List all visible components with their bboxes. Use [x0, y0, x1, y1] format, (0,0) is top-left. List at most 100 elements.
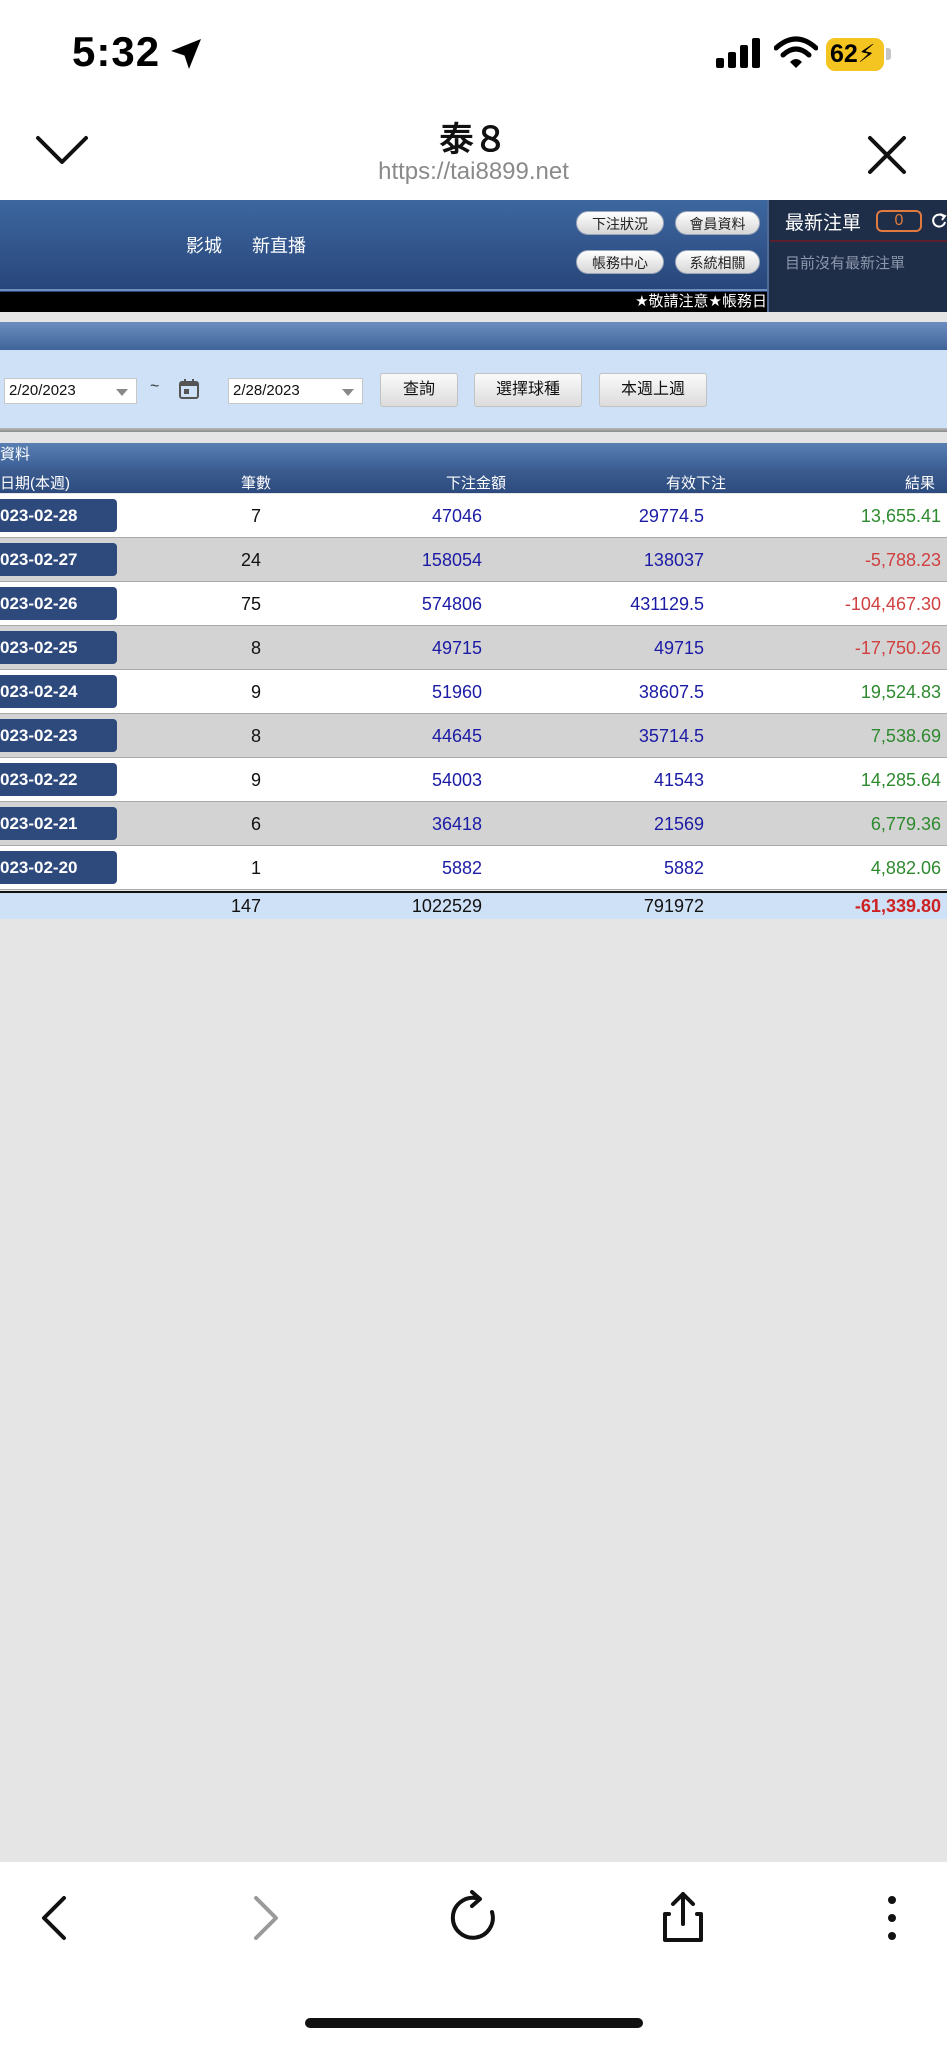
page-title: 泰８	[439, 121, 508, 159]
row-count: 9	[250, 682, 261, 702]
row-date-button[interactable]: 023-02-25	[0, 631, 117, 664]
row-amount: 51960	[431, 682, 482, 702]
row-valid: 35714.5	[638, 726, 704, 746]
panel-divider	[770, 240, 947, 242]
row-date-button[interactable]: 023-02-27	[0, 543, 117, 576]
date-range-separator: ~	[150, 378, 160, 395]
row-amount: 158054	[421, 550, 482, 570]
total-result: -61,339.80	[854, 896, 941, 916]
table-row: 023-02-22 9 54003 41543 14,285.64	[0, 758, 947, 802]
battery-indicator: 62⚡	[826, 38, 884, 71]
nav-link-cinema[interactable]: 影城	[186, 232, 222, 258]
row-count: 75	[240, 594, 261, 614]
total-amount: 1022529	[411, 896, 482, 916]
col-header-count: 筆數	[241, 475, 272, 492]
row-count: 24	[240, 550, 261, 570]
start-date-value: 2/20/2023	[9, 382, 76, 399]
total-count: 147	[230, 896, 261, 916]
query-button[interactable]: 查詢	[380, 373, 458, 407]
row-result: 13,655.41	[860, 506, 941, 526]
row-result: 4,882.06	[870, 858, 941, 878]
row-count: 8	[250, 726, 261, 746]
home-indicator	[305, 2018, 643, 2028]
calendar-icon[interactable]	[178, 378, 200, 400]
row-count: 9	[250, 770, 261, 790]
row-date-button[interactable]: 023-02-20	[0, 851, 117, 884]
share-icon[interactable]	[655, 1890, 711, 1946]
row-amount: 44645	[431, 726, 482, 746]
row-valid: 49715	[653, 638, 704, 658]
end-date-value: 2/28/2023	[233, 382, 300, 399]
row-result: -5,788.23	[864, 550, 941, 570]
row-count: 1	[250, 858, 261, 878]
latest-bets-count-badge: 0	[876, 210, 922, 232]
row-date-button[interactable]: 023-02-26	[0, 587, 117, 620]
col-header-amount: 下注金額	[446, 475, 507, 492]
total-valid: 791972	[643, 896, 704, 916]
ticker-text: ★敬請注意★帳務日	[635, 293, 767, 310]
status-time: 5:32	[72, 28, 161, 75]
dropdown-arrow-icon	[116, 389, 128, 396]
col-header-date: 日期(本週)	[0, 475, 70, 492]
back-icon[interactable]	[28, 1890, 84, 1946]
more-icon[interactable]	[864, 1890, 920, 1946]
forward-icon[interactable]	[236, 1890, 292, 1946]
row-result: -104,467.30	[844, 594, 941, 614]
row-result: 6,779.36	[870, 814, 941, 834]
row-valid: 5882	[663, 858, 704, 878]
table-row: 023-02-26 75 574806 431129.5 -104,467.30	[0, 582, 947, 626]
row-result: 7,538.69	[870, 726, 941, 746]
col-header-valid: 有效下注	[666, 475, 727, 492]
bet-status-button[interactable]: 下注狀況	[576, 211, 664, 235]
col-header-result: 結果	[905, 475, 936, 492]
row-result: 19,524.83	[860, 682, 941, 702]
row-valid: 29774.5	[638, 506, 704, 526]
charging-bolt-icon: ⚡	[857, 40, 876, 68]
row-valid: 41543	[653, 770, 704, 790]
row-count: 6	[250, 814, 261, 834]
row-valid: 431129.5	[630, 594, 704, 614]
nav-link-live[interactable]: 新直播	[252, 232, 306, 258]
this-last-week-button[interactable]: 本週上週	[599, 373, 707, 407]
row-amount: 574806	[421, 594, 482, 614]
system-button[interactable]: 系統相關	[675, 250, 760, 274]
row-result: 14,285.64	[860, 770, 941, 790]
member-info-button[interactable]: 會員資料	[675, 211, 760, 235]
table-caption: 資料	[0, 443, 947, 467]
table-row: 023-02-27 24 158054 138037 -5,788.23	[0, 538, 947, 582]
row-date-button[interactable]: 023-02-21	[0, 807, 117, 840]
battery-level: 62	[830, 40, 858, 68]
row-amount: 5882	[441, 858, 482, 878]
row-count: 7	[250, 506, 261, 526]
page-url: https://tai8899.net	[378, 158, 569, 185]
row-amount: 49715	[431, 638, 482, 658]
table-row: 023-02-23 8 44645 35714.5 7,538.69	[0, 714, 947, 758]
refresh-icon[interactable]	[930, 212, 947, 230]
close-icon[interactable]	[866, 134, 908, 176]
reload-icon[interactable]	[446, 1890, 502, 1946]
table-row: 023-02-21 6 36418 21569 6,779.36	[0, 802, 947, 846]
select-sport-button[interactable]: 選擇球種	[474, 373, 582, 407]
account-center-button[interactable]: 帳務中心	[576, 250, 664, 274]
no-latest-bets-text: 目前沒有最新注單	[785, 255, 906, 272]
end-date-select[interactable]: 2/28/2023	[228, 378, 363, 404]
filter-divider	[0, 428, 947, 432]
row-valid: 138037	[643, 550, 704, 570]
row-valid: 21569	[653, 814, 704, 834]
wifi-icon	[774, 36, 818, 68]
row-date-button[interactable]: 023-02-22	[0, 763, 117, 796]
start-date-select[interactable]: 2/20/2023	[4, 378, 137, 404]
row-date-button[interactable]: 023-02-28	[0, 499, 117, 532]
row-amount: 36418	[431, 814, 482, 834]
latest-bets-title: 最新注單	[785, 213, 862, 234]
table-row: 023-02-28 7 47046 29774.5 13,655.41	[0, 494, 947, 538]
signal-icon	[716, 38, 760, 68]
row-result: -17,750.26	[854, 638, 941, 658]
row-date-button[interactable]: 023-02-24	[0, 675, 117, 708]
row-count: 8	[250, 638, 261, 658]
dropdown-arrow-icon	[342, 389, 354, 396]
table-total-row: 147 1022529 791972 -61,339.80	[0, 891, 947, 919]
row-date-button[interactable]: 023-02-23	[0, 719, 117, 752]
table-row: 023-02-20 1 5882 5882 4,882.06	[0, 846, 947, 890]
row-amount: 47046	[431, 506, 482, 526]
